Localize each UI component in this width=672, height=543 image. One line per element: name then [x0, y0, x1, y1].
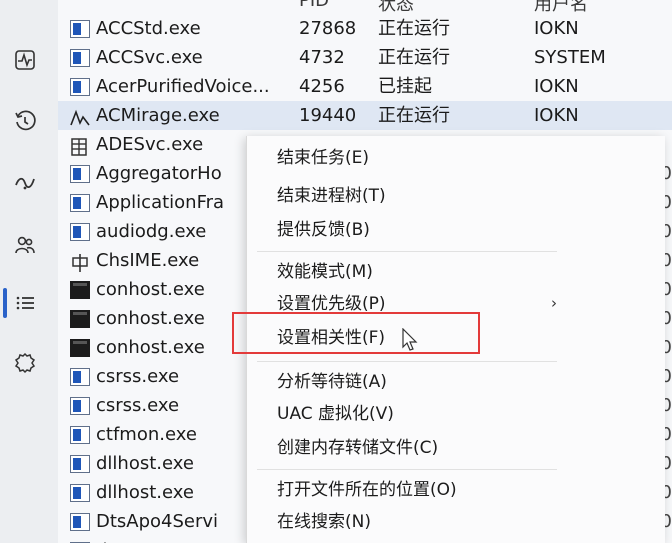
process-name: ACCStd.exe [96, 18, 201, 39]
menu-item-9[interactable]: 打开文件所在的位置(O) [277, 476, 457, 504]
process-user: SYSTEM [534, 47, 606, 68]
console-app-icon [70, 339, 90, 357]
mouse-cursor-icon [402, 327, 418, 356]
table-row[interactable]: ACCSvc.exe 4732 正在运行 SYSTEM [58, 43, 672, 72]
console-app-icon [70, 281, 90, 299]
table-row[interactable]: ACMirage.exe 19440 正在运行 IOKN [58, 101, 672, 130]
process-pid: 4256 [299, 76, 345, 97]
menu-item-8[interactable]: 创建内存转储文件(C) [277, 434, 438, 462]
process-status: 正在运行 [378, 105, 450, 126]
process-status: 正在运行 [378, 18, 450, 39]
application-icon [70, 368, 90, 386]
annotation-highlight-box [232, 312, 480, 354]
process-status: 已挂起 [378, 76, 432, 97]
process-user: IOKN [534, 105, 579, 126]
process-name: ACCSvc.exe [96, 47, 203, 68]
startup-apps-icon[interactable] [10, 168, 40, 198]
menu-separator [257, 361, 557, 362]
application-icon [70, 426, 90, 444]
services-icon[interactable] [10, 348, 40, 378]
console-app-icon [70, 310, 90, 328]
application-icon [70, 194, 90, 212]
performance-icon[interactable] [10, 45, 40, 75]
submenu-chevron-icon: › [551, 294, 557, 312]
process-name: ACMirage.exe [96, 105, 220, 126]
column-header-pid[interactable]: PID [299, 0, 329, 11]
sidebar [0, 0, 58, 543]
process-name: AcerPurifiedVoice... [96, 76, 270, 97]
menu-item-1[interactable]: 结束进程树(T) [277, 182, 386, 210]
menu-separator [257, 251, 557, 252]
menu-separator [257, 469, 557, 470]
grid-app-icon [70, 136, 90, 156]
process-user: IOKN [534, 18, 579, 39]
menu-item-3[interactable]: 效能模式(M) [277, 258, 373, 286]
menu-item-2[interactable]: 提供反馈(B) [277, 216, 370, 244]
process-pid: 27868 [299, 18, 357, 39]
application-icon [70, 20, 90, 38]
application-icon [70, 397, 90, 415]
menu-item-10[interactable]: 在线搜索(N) [277, 508, 371, 536]
table-row[interactable]: ACCStd.exe 27868 正在运行 IOKN [58, 14, 672, 43]
app-history-icon[interactable] [10, 106, 40, 136]
active-indicator [3, 288, 7, 318]
menu-item-6[interactable]: 分析等待链(A) [277, 368, 387, 396]
process-pid: 19440 [299, 105, 357, 126]
application-icon [70, 484, 90, 502]
waveform-app-icon [70, 107, 90, 126]
application-icon [70, 78, 90, 96]
table-row[interactable]: AcerPurifiedVoice... 4256 已挂起 IOKN [58, 72, 672, 101]
process-status: 正在运行 [378, 47, 450, 68]
menu-item-0[interactable]: 结束任务(E) [277, 144, 369, 172]
ime-app-icon [70, 252, 90, 272]
application-icon [70, 513, 90, 531]
application-icon [70, 165, 90, 183]
process-user: IOKN [534, 76, 579, 97]
menu-item-7[interactable]: UAC 虚拟化(V) [277, 400, 394, 428]
application-icon [70, 455, 90, 473]
users-icon[interactable] [10, 230, 40, 260]
details-icon[interactable] [10, 288, 40, 318]
application-icon [70, 223, 90, 241]
process-pid: 4732 [299, 47, 345, 68]
table-header: PID 状态 用户名 [58, 0, 672, 15]
application-icon [70, 49, 90, 67]
